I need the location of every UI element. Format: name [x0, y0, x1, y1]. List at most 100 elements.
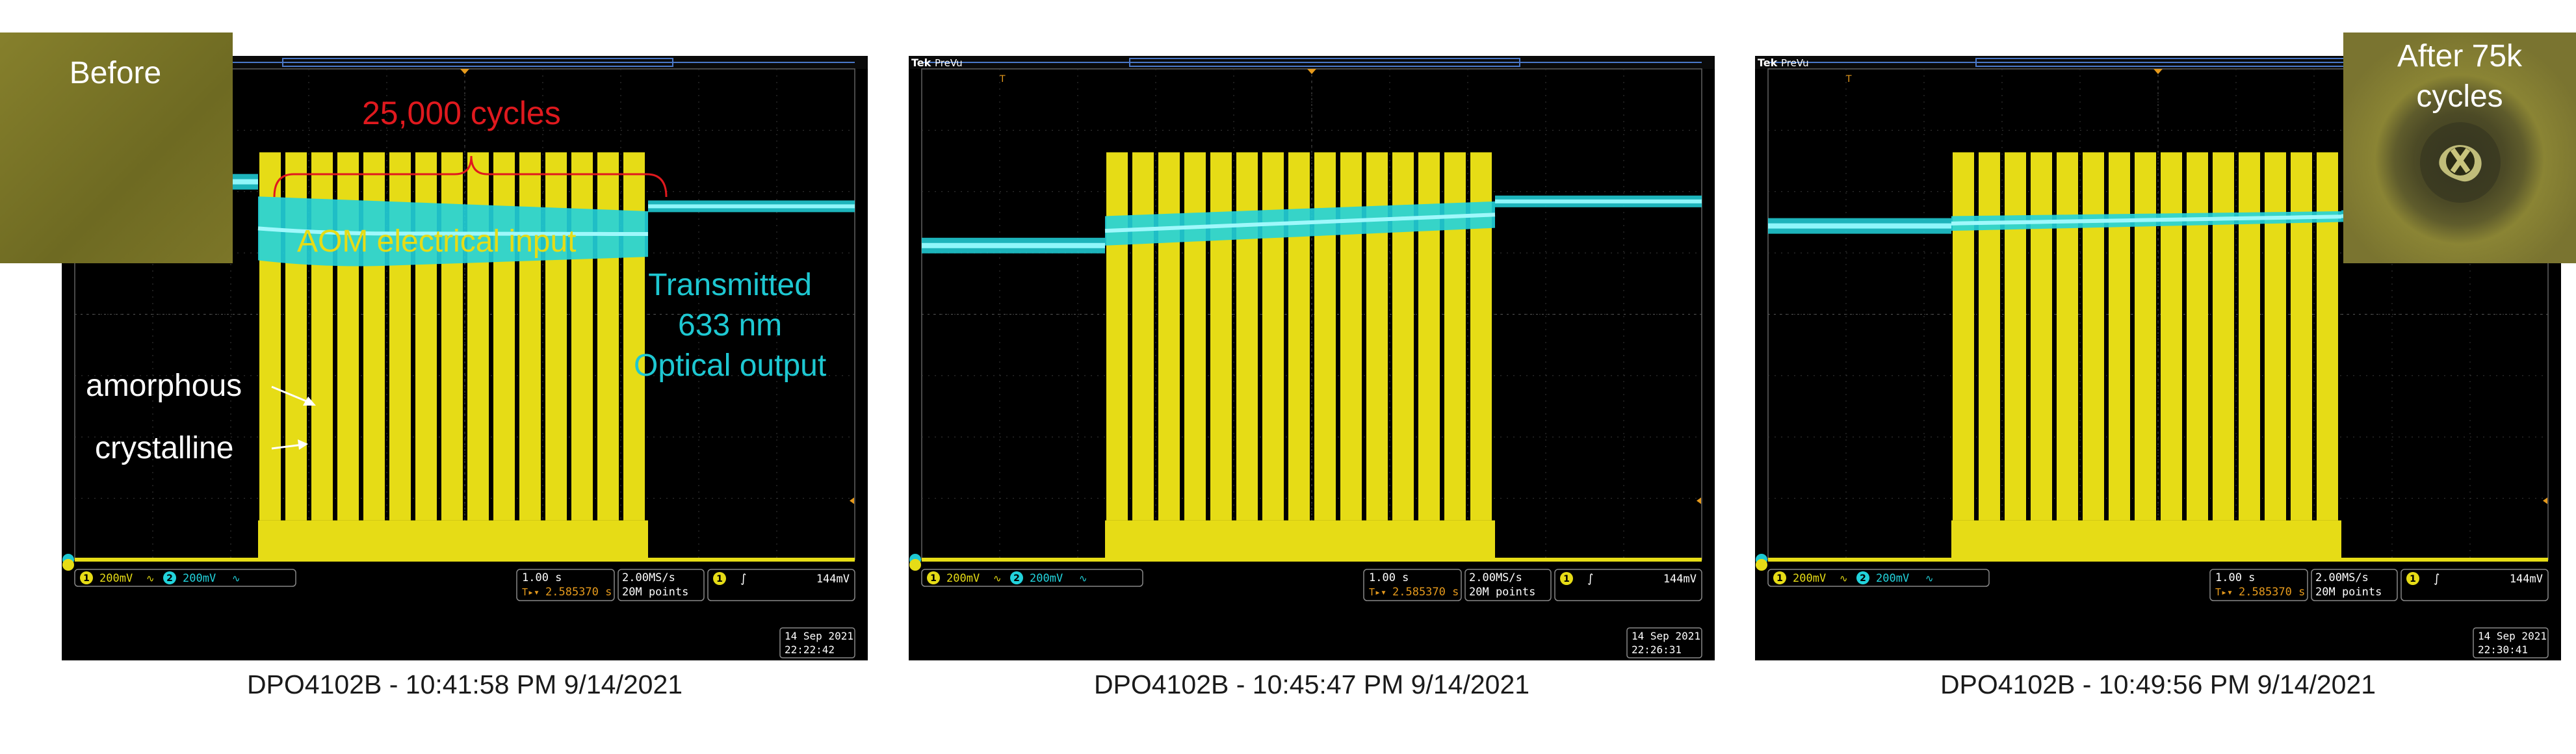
- optical-trace-pre-core: [1768, 223, 1951, 229]
- rising-edge-icon: ∫: [740, 572, 746, 586]
- trigger-position-icon: T▸▾: [1369, 586, 1386, 598]
- optical-trace-pre-core: [922, 242, 1105, 248]
- scope-caption-1: DPO4102B - 10:41:58 PM 9/14/2021: [246, 670, 683, 699]
- scope-display: Tek PreVu T 1 200mV ∿ 2 200mV ∿ 1.00 s T▸▾ 2.585370…: [909, 56, 1715, 658]
- ch1-scale: 200mV: [99, 572, 133, 585]
- aom-pulse: [1262, 152, 1284, 521]
- tek-logo: Tek: [1758, 57, 1778, 69]
- timebase-value: 1.00 s: [1369, 571, 1409, 584]
- aom-pulse: [1236, 152, 1258, 521]
- aom-pulse: [2161, 152, 2182, 521]
- aom-pulse: [2213, 152, 2234, 521]
- aom-pulse: [1132, 152, 1154, 521]
- after-line-1: After 75k: [2397, 39, 2523, 73]
- aom-pulse: [2083, 152, 2104, 521]
- ch1-ground-icon: [62, 559, 74, 571]
- trigger-level: 144mV: [1663, 573, 1697, 586]
- before-label: Before: [69, 56, 162, 90]
- aom-base: [258, 520, 648, 560]
- transmitted-line-2: 633 nm: [678, 308, 783, 343]
- aom-pulse: [1184, 152, 1206, 521]
- record-length: 20M points: [2315, 586, 2382, 599]
- trigger-pos-marker: T: [1845, 74, 1852, 84]
- ch2-scale: 200mV: [1876, 572, 1909, 585]
- damage-spot-icon: [2420, 122, 2501, 203]
- aom-pulse: [2265, 152, 2286, 521]
- trigger-source-number: 1: [2410, 574, 2416, 584]
- ch2-badge-number: 2: [1013, 573, 1020, 584]
- ch1-scale: 200mV: [946, 572, 980, 585]
- trigger-source-number: 1: [716, 574, 723, 584]
- optical-trace-post-core: [648, 204, 855, 209]
- transmitted-line-3: Optical output: [634, 348, 827, 383]
- timebase-value: 1.00 s: [2215, 571, 2255, 584]
- aom-pulse: [2031, 152, 2052, 521]
- sample-rate: 2.00MS/s: [1469, 571, 1522, 584]
- trigger-marker: [1307, 69, 1316, 74]
- aom-pulse: [2291, 152, 2312, 521]
- aom-pulse: [1953, 152, 1974, 521]
- aom-pulse: [1106, 152, 1128, 521]
- trigger-level-marker: [1697, 497, 1701, 504]
- timebase-value: 1.00 s: [522, 571, 562, 584]
- ch2-coupling-icon: ∿: [1079, 573, 1087, 584]
- aom-pulse: [1979, 152, 2000, 521]
- ch2-coupling-icon: ∿: [232, 573, 241, 584]
- trigger-position-icon: T▸▾: [522, 586, 540, 598]
- aom-pulse: [571, 152, 593, 521]
- aom-base: [1951, 520, 2341, 560]
- ch1-baseline: [75, 558, 855, 562]
- after-label: After 75k cycles: [2343, 36, 2576, 117]
- transmitted-label: Transmitted 633 nm Optical output: [634, 265, 826, 386]
- tek-logo: Tek: [911, 57, 931, 69]
- rising-edge-icon: ∫: [2434, 572, 2439, 586]
- ch1-baseline: [1768, 558, 2548, 562]
- ch1-coupling-icon: ∿: [993, 573, 1002, 584]
- prevu-label: PreVu: [1781, 57, 1809, 69]
- aom-pulse: [597, 152, 619, 521]
- crystalline-label: crystalline: [95, 431, 234, 465]
- trigger-level: 144mV: [2510, 573, 2543, 586]
- sample-rate: 2.00MS/s: [622, 571, 675, 584]
- aom-pulse: [2005, 152, 2026, 521]
- ch2-scale: 200mV: [1030, 572, 1063, 585]
- record-length: 20M points: [622, 586, 688, 599]
- ch1-coupling-icon: ∿: [1840, 573, 1848, 584]
- trigger-position-value: 2.585370 s: [1392, 586, 1459, 599]
- ch2-scale: 200mV: [183, 572, 216, 585]
- trigger-level-marker: [850, 497, 854, 504]
- aom-pulse: [1210, 152, 1232, 521]
- trigger-level: 144mV: [816, 573, 850, 586]
- aom-pulse: [2057, 152, 2078, 521]
- aom-pulse: [1288, 152, 1310, 521]
- trigger-position-value: 2.585370 s: [2239, 586, 2305, 599]
- cycles-label: 25,000 cycles: [362, 95, 561, 131]
- optical-trace-post-core: [1495, 199, 1702, 203]
- amorphous-label: amorphous: [86, 369, 242, 403]
- scope-time: 22:22:42: [785, 644, 835, 656]
- before-thumbnail: Before: [0, 32, 233, 263]
- trigger-marker: [460, 69, 469, 74]
- trigger-position-icon: T▸▾: [2215, 586, 2233, 598]
- scope-date: 14 Sep 2021: [2478, 630, 2547, 642]
- scope-date: 14 Sep 2021: [1632, 630, 1700, 642]
- record-length: 20M points: [1469, 586, 1535, 599]
- scope-date: 14 Sep 2021: [785, 630, 853, 642]
- trigger-position-value: 2.585370 s: [545, 586, 612, 599]
- aom-pulse: [1158, 152, 1180, 521]
- aom-pulse: [2317, 152, 2338, 521]
- scope-time: 22:30:41: [2478, 644, 2528, 656]
- scope-caption-3: DPO4102B - 10:49:56 PM 9/14/2021: [1940, 670, 2376, 699]
- ch1-ground-icon: [909, 559, 921, 571]
- oscilloscope-screen-2: Tek PreVu T 1 200mV ∿ 2 200mV ∿ 1.00 s T▸▾ 2.585370…: [909, 56, 1715, 660]
- aom-pulse: [2109, 152, 2130, 521]
- aom-pulse: [2187, 152, 2208, 521]
- ch1-badge-number: 1: [930, 573, 937, 584]
- ch1-coupling-icon: ∿: [146, 573, 155, 584]
- ch2-badge-number: 2: [166, 573, 173, 584]
- transmitted-line-1: Transmitted: [648, 268, 812, 302]
- aom-pulse: [2135, 152, 2156, 521]
- ch2-coupling-icon: ∿: [1925, 573, 1934, 584]
- trigger-marker: [2153, 69, 2163, 74]
- trigger-source-number: 1: [1563, 574, 1570, 584]
